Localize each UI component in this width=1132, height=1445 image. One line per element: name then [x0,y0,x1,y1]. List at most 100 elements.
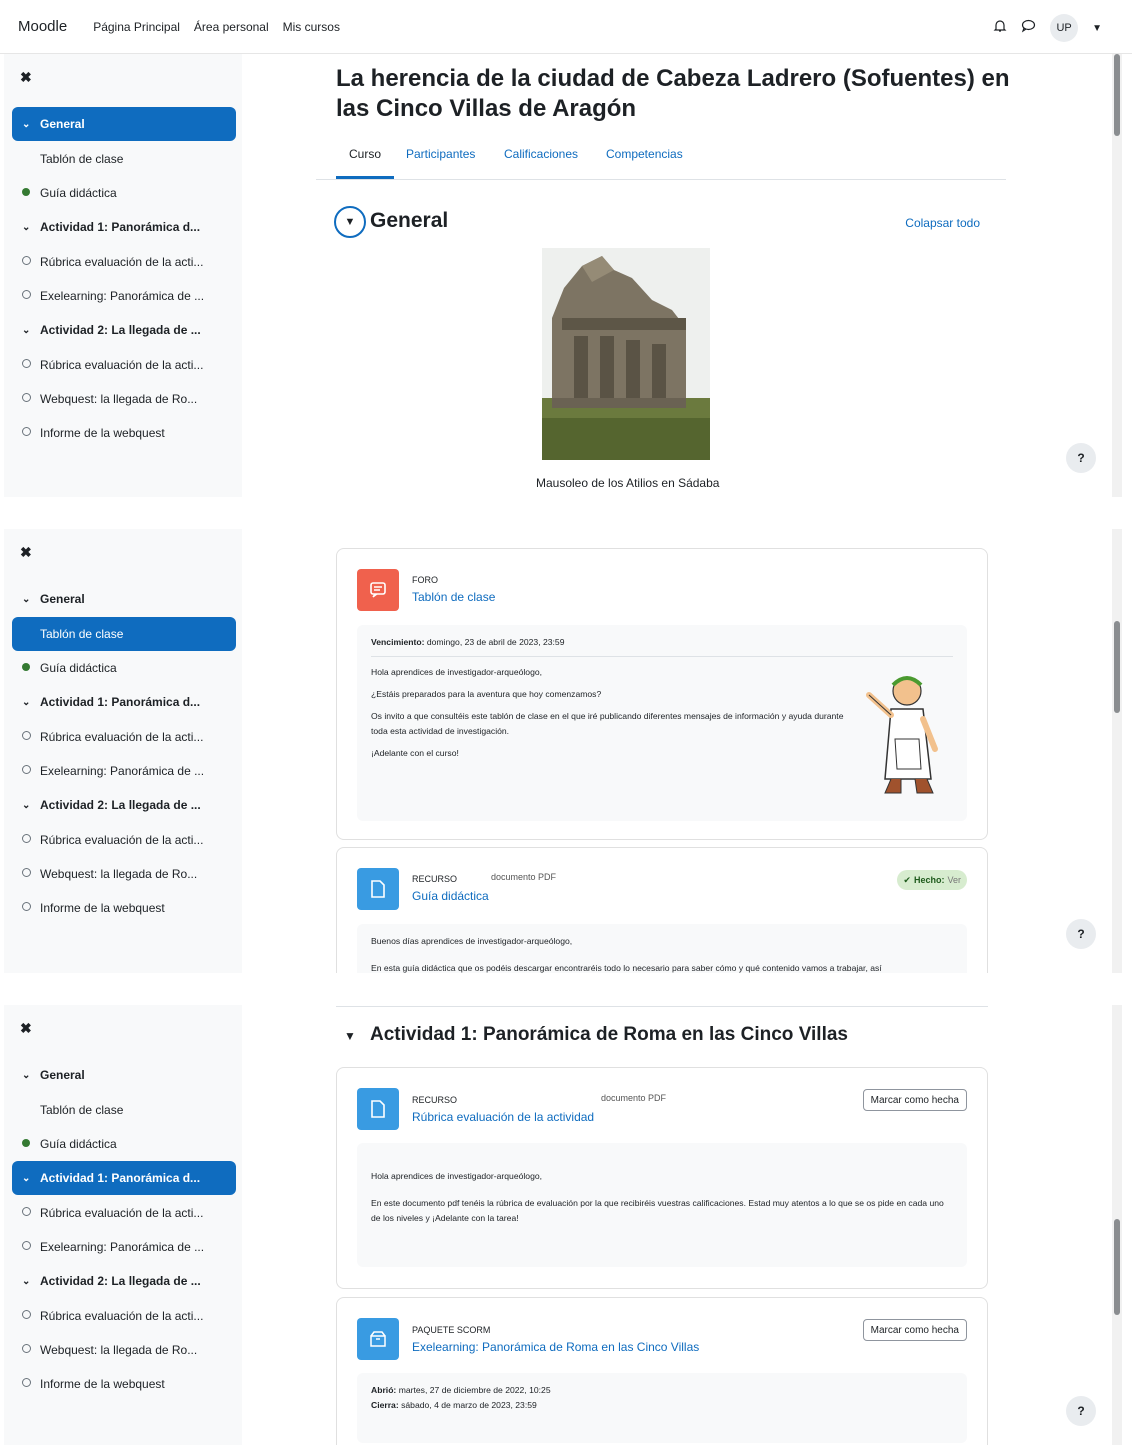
chevron-down-icon[interactable]: ▼ [344,1029,356,1043]
chevron-down-icon: ⌄ [22,324,31,336]
tab-participantes[interactable]: Participantes [406,147,475,161]
activity-link-exelearning[interactable]: Exelearning: Panorámica de Roma en las C… [412,1340,699,1354]
guide-text: En esta guía didáctica que os podéis des… [371,963,882,973]
module-type-label: FORO [412,575,438,585]
close-date-value: sábado, 4 de marzo de 2023, 23:59 [401,1400,537,1410]
scrollbar-thumb[interactable] [1114,54,1120,136]
activity-card-rubrica: RECURSO documento PDF Rúbrica evaluación… [336,1067,988,1289]
nav-mycourses-link[interactable]: Mis cursos [283,20,340,34]
completion-open-icon [22,765,31,774]
tab-calificaciones[interactable]: Calificaciones [504,147,578,161]
index-item-tablon[interactable]: Tablón de clase [12,1093,236,1127]
chevron-down-icon: ⌄ [22,1275,31,1287]
chevron-down-icon[interactable]: ▼ [1092,23,1102,34]
scorm-package-icon [357,1318,399,1360]
index-item-rubrica2[interactable]: Rúbrica evaluación de la acti... [12,1299,236,1333]
section-title-actividad1: Actividad 1: Panorámica de Roma en las C… [370,1024,848,1045]
scrollbar[interactable] [1112,1005,1122,1445]
index-item-exelearning[interactable]: Exelearning: Panorámica de ... [12,1230,236,1264]
index-item-rubrica2[interactable]: Rúbrica evaluación de la acti... [12,348,236,382]
course-index-drawer: ✖ ⌄ General Tablón de clase Guía didáctic… [4,54,242,497]
tab-curso[interactable]: Curso [349,147,381,161]
completion-open-icon [22,1344,31,1353]
index-item-webquest[interactable]: Webquest: la llegada de Ro... [12,857,236,891]
index-item-webquest[interactable]: Webquest: la llegada de Ro... [12,1333,236,1367]
chat-icon[interactable] [1021,19,1036,38]
completion-open-icon [22,256,31,265]
completion-done-icon [22,662,30,671]
index-item-actividad1[interactable]: ⌄ Actividad 1: Panorámica d... [12,1161,236,1195]
forum-icon [357,569,399,611]
chevron-down-icon: ⌄ [22,118,31,130]
pdf-document-icon [357,1088,399,1130]
index-item-guia[interactable]: Guía didáctica [12,176,236,210]
section-title-general: General [370,209,449,232]
mark-as-done-button[interactable]: Marcar como hecha [862,1089,967,1111]
index-item-actividad2[interactable]: ⌄ Actividad 2: La llegada de ... [12,1264,236,1298]
chevron-down-icon: ▼ [344,216,356,228]
scrollbar[interactable] [1112,529,1122,973]
course-index-drawer: ✖ ⌄ General Tablón de clase Guía didáctic… [4,1005,242,1445]
scrollbar[interactable] [1112,54,1122,497]
activity-link-guia[interactable]: Guía didáctica [412,889,489,903]
module-type-label: RECURSO [412,874,458,884]
index-item-actividad1[interactable]: ⌄ Actividad 1: Panorámica d... [12,210,236,244]
index-item-tablon[interactable]: Tablón de clase [12,617,236,651]
scrollbar-thumb[interactable] [1114,621,1120,713]
panel-general-activities: ✖ ⌄ General Tablón de clase Guía didáctic… [0,529,1132,973]
active-tab-indicator [336,176,394,179]
activity-card-forum: FORO Tablón de clase Vencimiento: doming… [336,548,988,840]
activity-info-box: Hola aprendices de investigador-arqueólo… [357,1143,967,1267]
close-icon[interactable]: ✖ [20,69,32,86]
index-item-exelearning[interactable]: Exelearning: Panorámica de ... [12,754,236,788]
index-item-guia[interactable]: Guía didáctica [12,1127,236,1161]
close-icon[interactable]: ✖ [20,1020,32,1037]
mark-as-done-button[interactable]: Marcar como hecha [862,1319,967,1341]
scrollbar-thumb[interactable] [1114,1219,1120,1315]
index-item-actividad2[interactable]: ⌄ Actividad 2: La llegada de ... [12,313,236,347]
tab-competencias[interactable]: Competencias [606,147,683,161]
user-avatar[interactable]: UP [1050,14,1079,42]
index-item-rubrica1[interactable]: Rúbrica evaluación de la acti... [12,720,236,754]
index-item-general[interactable]: ⌄ General [12,1058,236,1092]
guide-text: Buenos días aprendices de investigador-a… [371,936,573,946]
nav-dashboard-link[interactable]: Área personal [194,20,269,34]
bell-icon[interactable] [993,19,1007,38]
completion-open-icon [22,834,31,843]
completion-open-icon [22,902,31,911]
module-type-label: PAQUETE SCORM [412,1325,491,1335]
index-item-informe[interactable]: Informe de la webquest [12,891,236,925]
section-divider [336,1006,988,1007]
index-item-informe[interactable]: Informe de la webquest [12,1367,236,1401]
index-item-guia[interactable]: Guía didáctica [12,651,236,685]
index-item-rubrica1[interactable]: Rúbrica evaluación de la acti... [12,1196,236,1230]
index-item-actividad2[interactable]: ⌄ Actividad 2: La llegada de ... [12,788,236,822]
panel-course-top: ✖ ⌄ General Tablón de clase Guía didáctic… [0,54,1132,497]
course-title: La herencia de la ciudad de Cabeza Ladre… [336,65,1010,122]
index-item-actividad1[interactable]: ⌄ Actividad 1: Panorámica d... [12,685,236,719]
activity-dates-box: Abrió: martes, 27 de diciembre de 2022, … [357,1373,967,1443]
section-collapse-toggle[interactable]: ▼ [334,206,366,238]
activity-info-box: Vencimiento: domingo, 23 de abril de 202… [357,625,967,821]
help-icon[interactable]: ? [1066,919,1096,949]
activity-link-rubrica[interactable]: Rúbrica evaluación de la actividad [412,1110,594,1124]
completion-done-badge: ✔ Hecho: Ver [897,870,967,890]
resource-type-label: documento PDF [491,872,557,882]
index-item-general[interactable]: ⌄ General [12,107,236,141]
rubric-text: Hola aprendices de investigador-arqueólo… [371,1171,543,1181]
activity-link-tablon[interactable]: Tablón de clase [412,590,495,604]
index-item-tablon[interactable]: Tablón de clase [12,142,236,176]
index-item-rubrica2[interactable]: Rúbrica evaluación de la acti... [12,823,236,857]
close-icon[interactable]: ✖ [20,544,32,561]
help-icon[interactable]: ? [1066,1396,1096,1426]
index-item-rubrica1[interactable]: Rúbrica evaluación de la acti... [12,245,236,279]
help-icon[interactable]: ? [1066,443,1096,473]
index-item-webquest[interactable]: Webquest: la llegada de Ro... [12,382,236,416]
site-brand[interactable]: Moodle [18,18,67,35]
mausoleum-image [542,248,710,460]
index-item-informe[interactable]: Informe de la webquest [12,416,236,450]
nav-home-link[interactable]: Página Principal [93,20,180,34]
collapse-all-link[interactable]: Colapsar todo [905,216,980,230]
index-item-exelearning[interactable]: Exelearning: Panorámica de ... [12,279,236,313]
index-item-general[interactable]: ⌄ General [12,582,236,616]
